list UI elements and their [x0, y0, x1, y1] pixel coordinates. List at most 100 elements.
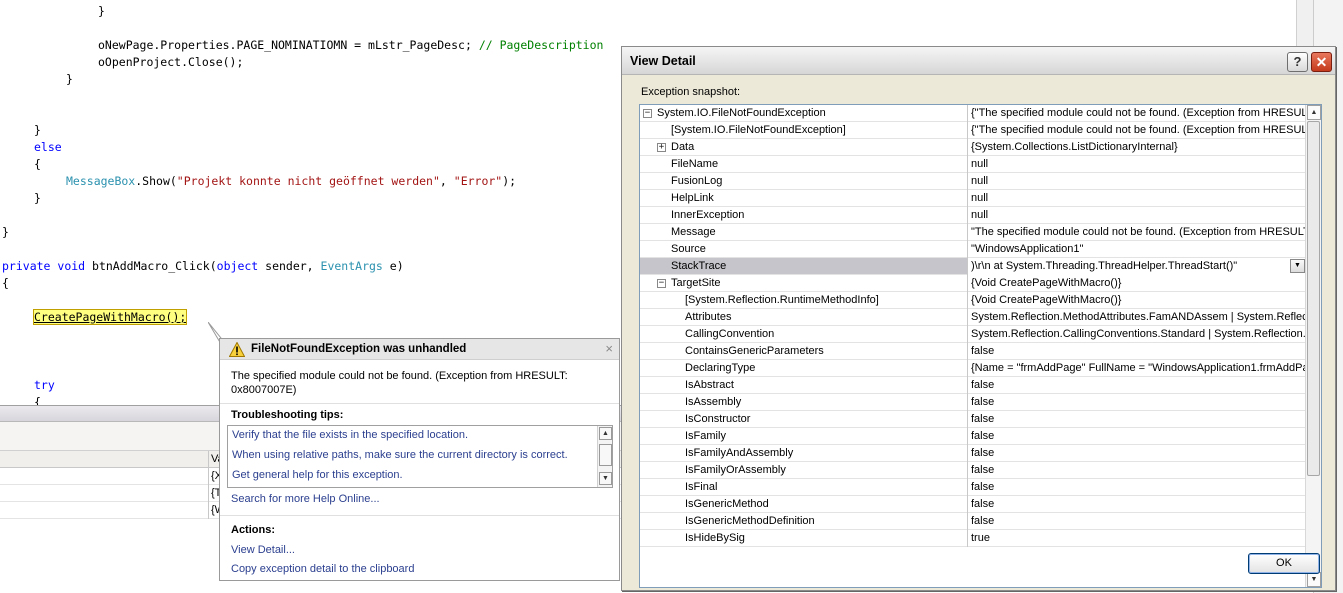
- scroll-down-icon[interactable]: ▼: [599, 472, 612, 485]
- search-help-link[interactable]: Search for more Help Online...: [231, 493, 380, 505]
- grid-scrollbar[interactable]: ▲ ▼: [1305, 105, 1321, 587]
- tip-link[interactable]: When using relative paths, make sure the…: [232, 446, 568, 464]
- property-value: true: [967, 530, 1306, 547]
- property-row[interactable]: IsFamily false: [640, 428, 1306, 445]
- property-value: System.Reflection.MethodAttributes.FamAN…: [967, 309, 1306, 326]
- dropdown-icon[interactable]: ▼: [1290, 259, 1305, 273]
- property-name: IsAssembly: [685, 396, 742, 408]
- current-statement[interactable]: CreatePageWithMacro();: [32, 309, 188, 325]
- help-button[interactable]: ?: [1287, 52, 1308, 72]
- code-line: {: [2, 276, 9, 290]
- close-button[interactable]: ✕: [1311, 52, 1332, 72]
- property-row[interactable]: IsGenericMethodDefinition false: [640, 513, 1306, 530]
- property-row[interactable]: Source "WindowsApplication1": [640, 241, 1306, 258]
- property-row[interactable]: − TargetSite {Void CreatePageWithMacro()}: [640, 275, 1306, 292]
- divider: [220, 515, 619, 516]
- property-row[interactable]: CallingConvention System.Reflection.Calli…: [640, 326, 1306, 343]
- property-name: IsHideBySig: [685, 532, 745, 544]
- property-name: TargetSite: [671, 277, 721, 289]
- property-name: IsGenericMethod: [685, 498, 769, 510]
- tips-scrollbar[interactable]: ▲ ▼: [597, 426, 612, 487]
- scroll-down-icon[interactable]: ▼: [1307, 572, 1321, 587]
- editor-scrollbar[interactable]: [1296, 0, 1313, 46]
- dialog-titlebar[interactable]: View Detail ? ✕: [622, 47, 1335, 75]
- warning-icon: [229, 342, 245, 357]
- property-row[interactable]: Message "The specified module could not b…: [640, 224, 1306, 241]
- property-value: "The specified module could not be found…: [967, 224, 1306, 241]
- property-name: InnerException: [671, 209, 745, 221]
- scroll-up-icon[interactable]: ▲: [599, 427, 612, 440]
- assistant-header: FileNotFoundException was unhandled ×: [220, 339, 619, 360]
- code-line: else: [34, 140, 62, 154]
- property-row[interactable]: + Data {System.Collections.ListDictionaryI…: [640, 139, 1306, 156]
- view-detail-dialog: View Detail ? ✕ Exception snapshot: − Sys…: [621, 46, 1336, 591]
- property-value: false: [967, 445, 1306, 462]
- property-row[interactable]: [System.IO.FileNotFoundException] {"The s…: [640, 122, 1306, 139]
- property-value: false: [967, 428, 1306, 445]
- code-line: }: [98, 4, 105, 18]
- property-row[interactable]: IsGenericMethod false: [640, 496, 1306, 513]
- code-line: private void btnAddMacro_Click(object se…: [2, 259, 404, 273]
- property-row[interactable]: Attributes System.Reflection.MethodAttrib…: [640, 309, 1306, 326]
- property-row[interactable]: IsAssembly false: [640, 394, 1306, 411]
- exception-title: FileNotFoundException was unhandled: [251, 343, 467, 355]
- property-value: false: [967, 462, 1306, 479]
- property-value: false: [967, 394, 1306, 411]
- collapse-icon[interactable]: −: [657, 279, 666, 288]
- code-line-highlighted: CreatePageWithMacro();: [32, 309, 188, 326]
- property-row[interactable]: DeclaringType {Name = "frmAddPage" FullNa…: [640, 360, 1306, 377]
- property-row[interactable]: InnerException null: [640, 207, 1306, 224]
- property-name: FusionLog: [671, 175, 723, 187]
- property-value: null: [967, 190, 1306, 207]
- property-value: null: [967, 207, 1306, 224]
- property-row[interactable]: StackTrace )\r\n at System.Threading.Thre…: [640, 258, 1306, 275]
- property-value: false: [967, 411, 1306, 428]
- code-line: }: [34, 123, 41, 137]
- property-name: System.IO.FileNotFoundException: [657, 107, 826, 119]
- scroll-up-icon[interactable]: ▲: [1307, 105, 1321, 120]
- property-value: {"The specified module could not be foun…: [967, 122, 1306, 139]
- property-row[interactable]: IsFinal false: [640, 479, 1306, 496]
- scroll-thumb[interactable]: [1307, 121, 1320, 476]
- property-row[interactable]: IsAbstract false: [640, 377, 1306, 394]
- property-row[interactable]: IsConstructor false: [640, 411, 1306, 428]
- expand-icon[interactable]: +: [657, 143, 666, 152]
- property-name: CallingConvention: [685, 328, 775, 340]
- property-value: false: [967, 377, 1306, 394]
- ok-button[interactable]: OK: [1248, 553, 1320, 574]
- code-line: }: [2, 225, 9, 239]
- property-row[interactable]: FileName null: [640, 156, 1306, 173]
- close-icon[interactable]: ×: [605, 339, 613, 359]
- property-value: null: [967, 173, 1306, 190]
- exception-property-grid[interactable]: − System.IO.FileNotFoundException {"The sp…: [639, 104, 1322, 588]
- code-line: }: [34, 191, 41, 205]
- property-value: )\r\n at System.Threading.ThreadHelper.T…: [967, 258, 1306, 275]
- exception-message: The specified module could not be found.…: [231, 370, 568, 396]
- copy-exception-link[interactable]: Copy exception detail to the clipboard: [231, 563, 414, 575]
- property-row[interactable]: [System.Reflection.RuntimeMethodInfo] {Vo…: [640, 292, 1306, 309]
- property-name: DeclaringType: [685, 362, 756, 374]
- scroll-thumb[interactable]: [599, 444, 612, 466]
- property-name: IsFamilyOrAssembly: [685, 464, 786, 476]
- view-detail-link[interactable]: View Detail...: [231, 544, 295, 556]
- collapse-icon[interactable]: −: [643, 109, 652, 118]
- property-name: Source: [671, 243, 706, 255]
- property-row[interactable]: IsFamilyOrAssembly false: [640, 462, 1306, 479]
- tip-link[interactable]: Verify that the file exists in the speci…: [232, 426, 468, 444]
- tip-link[interactable]: Get general help for this exception.: [232, 466, 403, 484]
- property-row[interactable]: IsHideBySig true: [640, 530, 1306, 547]
- snapshot-label: Exception snapshot:: [641, 86, 741, 98]
- property-value: System.Reflection.CallingConventions.Sta…: [967, 326, 1306, 343]
- property-name: StackTrace: [671, 260, 727, 272]
- property-value: {Void CreatePageWithMacro()}: [967, 292, 1306, 309]
- code-line: oNewPage.Properties.PAGE_NOMINATIOMN = m…: [98, 38, 604, 52]
- property-row[interactable]: FusionLog null: [640, 173, 1306, 190]
- property-row[interactable]: HelpLink null: [640, 190, 1306, 207]
- property-row[interactable]: − System.IO.FileNotFoundException {"The sp…: [640, 105, 1306, 122]
- property-row[interactable]: ContainsGenericParameters false: [640, 343, 1306, 360]
- code-line: oOpenProject.Close();: [98, 55, 244, 69]
- property-row[interactable]: IsFamilyAndAssembly false: [640, 445, 1306, 462]
- exception-assistant: FileNotFoundException was unhandled × Th…: [219, 338, 620, 581]
- property-value: false: [967, 343, 1306, 360]
- property-name: IsConstructor: [685, 413, 751, 425]
